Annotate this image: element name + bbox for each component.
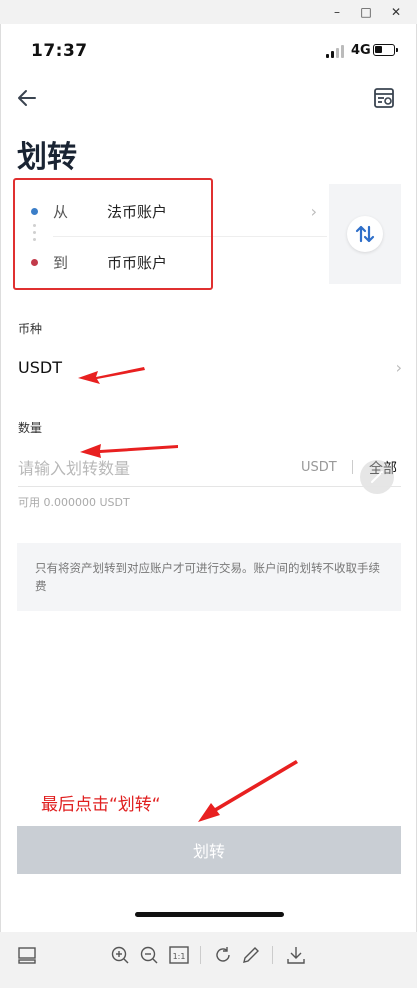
- currency-value: USDT: [18, 358, 62, 377]
- annotation-text: 最后点击“划转“: [41, 795, 161, 815]
- floating-handle[interactable]: [360, 460, 394, 494]
- swap-panel: [329, 184, 401, 284]
- to-dot: [31, 259, 38, 266]
- actual-size-icon[interactable]: 1:1: [168, 944, 190, 966]
- to-account-row[interactable]: 到 币币账户: [17, 237, 327, 287]
- page-title: 划转: [17, 140, 77, 175]
- from-account-row[interactable]: 从 法币账户 ›: [17, 186, 327, 236]
- toolbar-separator: [200, 946, 201, 964]
- chevron-right-icon: ›: [395, 358, 402, 377]
- nav-bar: [1, 84, 416, 116]
- unit-separator: [352, 460, 353, 474]
- from-dot: [31, 208, 38, 215]
- transfer-notice: 只有将资产划转到对应账户才可进行交易。账户间的划转不收取手续费: [17, 543, 401, 611]
- amount-unit: USDT: [301, 460, 337, 475]
- to-account-value: 币币账户: [107, 254, 168, 272]
- window-title-bar: – □ ✕: [0, 0, 417, 24]
- download-icon[interactable]: [285, 944, 307, 966]
- currency-label: 币种: [18, 322, 43, 336]
- home-indicator: [135, 912, 284, 917]
- status-time: 17:37: [31, 41, 88, 61]
- zoom-out-icon[interactable]: [138, 944, 160, 966]
- edit-icon[interactable]: [240, 944, 262, 966]
- signal-icon: [326, 44, 346, 58]
- swap-vertical-icon[interactable]: [347, 216, 383, 252]
- status-bar: 17:37 4G: [1, 24, 416, 76]
- from-label: 从: [53, 203, 69, 221]
- amount-underline: [18, 486, 401, 487]
- amount-field-row: USDT 全部: [1, 452, 417, 486]
- thumbnail-icon[interactable]: [16, 944, 38, 966]
- maximize-button[interactable]: □: [352, 2, 380, 22]
- toolbar-separator: [272, 946, 273, 964]
- rotate-icon[interactable]: [212, 944, 234, 966]
- battery-icon: [373, 44, 398, 56]
- transfer-records-icon[interactable]: [372, 86, 396, 110]
- to-label: 到: [53, 254, 69, 272]
- zoom-in-icon[interactable]: [109, 944, 131, 966]
- amount-label: 数量: [18, 421, 43, 435]
- network-type: 4G: [351, 43, 371, 58]
- currency-selector[interactable]: USDT ›: [1, 350, 417, 390]
- back-arrow-icon[interactable]: [15, 86, 39, 110]
- minimize-button[interactable]: –: [323, 2, 351, 22]
- transfer-accounts-panel: 从 法币账户 › 到 币币账户: [17, 184, 401, 284]
- transfer-submit-button[interactable]: 划转: [17, 826, 401, 874]
- phone-screen: 17:37 4G 划转 从 法币账户 › 到 币币账户 币种 USDT › 数量…: [0, 24, 417, 932]
- amount-input[interactable]: [18, 454, 278, 482]
- chevron-right-icon: ›: [310, 202, 317, 221]
- available-balance: 可用 0.000000 USDT: [18, 496, 130, 509]
- actual-size-label: 1:1: [173, 952, 186, 961]
- close-button[interactable]: ✕: [382, 2, 410, 22]
- from-account-value: 法币账户: [107, 203, 168, 221]
- viewer-toolbar: 1:1: [0, 932, 417, 988]
